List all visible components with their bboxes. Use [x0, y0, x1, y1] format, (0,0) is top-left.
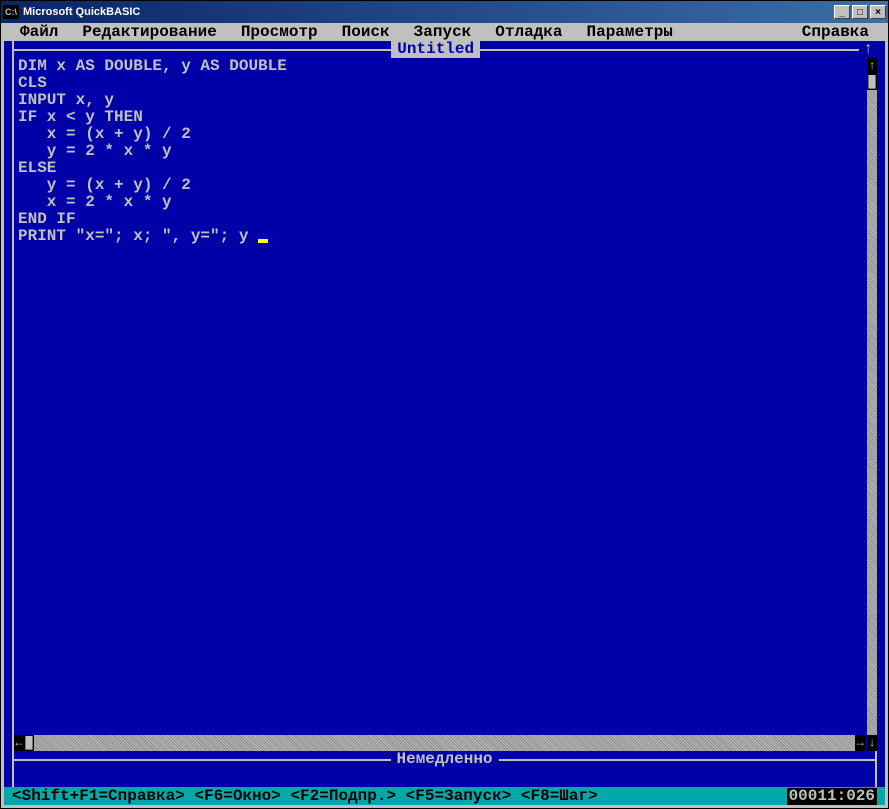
- app-window: C:\ Microsoft QuickBASIC _ □ × Файл Реда…: [0, 0, 889, 809]
- console-area: Файл Редактирование Просмотр Поиск Запус…: [4, 23, 885, 805]
- menu-help[interactable]: Справка: [790, 24, 881, 41]
- scroll-thumb-horizontal[interactable]: █: [24, 735, 34, 751]
- scroll-left-icon[interactable]: ←: [14, 735, 24, 751]
- statusbar-hints: <Shift+F1=Справка> <F6=Окно> <F2=Подпр.>…: [12, 788, 787, 805]
- frame-border-top: [480, 49, 859, 51]
- immediate-title: Немедленно: [391, 751, 499, 768]
- code-line: IF x < y THEN: [18, 108, 143, 126]
- frame-border-top: [12, 49, 391, 51]
- vertical-scrollbar[interactable]: ↑ █ ↓: [867, 58, 877, 751]
- titlebar[interactable]: C:\ Microsoft QuickBASIC _ □ ×: [1, 1, 888, 23]
- close-button[interactable]: ×: [870, 5, 886, 19]
- editor-filename: Untitled: [391, 41, 480, 58]
- scroll-down-icon[interactable]: ↓: [867, 735, 877, 751]
- code-line: x = (x + y) / 2: [18, 125, 191, 143]
- code-line: x = 2 * x * y: [18, 193, 172, 211]
- menu-options[interactable]: Параметры: [574, 24, 684, 41]
- window-title: Microsoft QuickBASIC: [23, 6, 834, 18]
- horizontal-scrollbar[interactable]: ← █ →: [14, 735, 865, 751]
- menu-debug[interactable]: Отладка: [483, 24, 574, 41]
- text-cursor: [258, 239, 268, 243]
- maximize-button[interactable]: □: [852, 5, 868, 19]
- editor-frame: Untitled ↑ DIM x AS DOUBLE, y AS DOUBLE …: [4, 41, 885, 787]
- minimize-button[interactable]: _: [834, 5, 850, 19]
- frame-border-top: [499, 759, 878, 761]
- immediate-titlebar[interactable]: Немедленно: [12, 751, 877, 768]
- code-line: INPUT x, y: [18, 91, 114, 109]
- statusbar: <Shift+F1=Справка> <F6=Окно> <F2=Подпр.>…: [4, 787, 885, 805]
- scroll-up-icon[interactable]: ↑: [867, 58, 877, 74]
- menu-file[interactable]: Файл: [8, 24, 70, 41]
- frame-border-top: [12, 759, 391, 761]
- cursor-position: 00011:026: [787, 788, 877, 805]
- code-line: y = 2 * x * y: [18, 142, 172, 160]
- app-icon: C:\: [3, 5, 19, 19]
- code-editor[interactable]: DIM x AS DOUBLE, y AS DOUBLE CLS INPUT x…: [18, 58, 863, 733]
- scroll-thumb-vertical[interactable]: █: [867, 74, 877, 90]
- code-line: PRINT "x="; x; ", y="; y: [18, 227, 248, 245]
- menu-view[interactable]: Просмотр: [229, 24, 330, 41]
- menu-run[interactable]: Запуск: [402, 24, 484, 41]
- code-line: END IF: [18, 210, 76, 228]
- code-line: ELSE: [18, 159, 56, 177]
- menu-search[interactable]: Поиск: [330, 24, 402, 41]
- menubar: Файл Редактирование Просмотр Поиск Запус…: [4, 23, 885, 41]
- code-line: CLS: [18, 74, 47, 92]
- code-line: DIM x AS DOUBLE, y AS DOUBLE: [18, 58, 287, 75]
- frame-border-left: [12, 41, 14, 751]
- menu-edit[interactable]: Редактирование: [70, 24, 228, 41]
- scroll-right-icon[interactable]: →: [855, 735, 865, 751]
- editor-titlebar: Untitled ↑: [12, 41, 877, 58]
- code-line: y = (x + y) / 2: [18, 176, 191, 194]
